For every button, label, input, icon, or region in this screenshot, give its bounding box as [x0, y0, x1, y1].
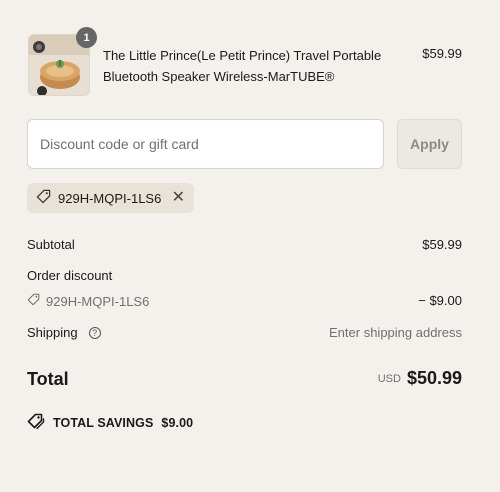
subtotal-row: Subtotal $59.99: [27, 237, 462, 255]
discount-code-row: 929H-MQPI-1LS6 − $9.00: [27, 293, 462, 311]
shipping-label: Shipping: [27, 325, 78, 340]
total-label: Total: [27, 369, 69, 389]
applied-discount-chip: 929H-MQPI-1LS6 ✕: [27, 183, 194, 213]
shipping-value: Enter shipping address: [329, 325, 462, 340]
help-icon[interactable]: ?: [88, 326, 101, 339]
total-value: $50.99: [406, 368, 462, 388]
remove-discount-icon[interactable]: ✕: [172, 190, 185, 206]
total-amount: USD $50.99: [378, 368, 462, 389]
discount-code-line: 929H-MQPI-1LS6: [27, 293, 149, 309]
savings-value: $9.00: [161, 415, 194, 430]
total-savings: TOTAL SAVINGS $9.00: [27, 413, 193, 432]
discount-amount: − $9.00: [418, 293, 462, 308]
shipping-row: Shipping ? Enter shipping address: [27, 325, 462, 343]
discount-code-text: 929H-MQPI-1LS6: [46, 293, 150, 309]
product-price: $59.99: [422, 46, 462, 61]
currency-code: USD: [377, 373, 401, 385]
order-discount-label: Order discount: [27, 268, 113, 283]
discount-code-input[interactable]: [27, 119, 384, 169]
tag-icon: [27, 293, 40, 309]
subtotal-label: Subtotal: [27, 237, 75, 252]
quantity-badge: 1: [76, 27, 97, 48]
line-item: 1 The Little Prince(Le Petit Prince) Tra…: [28, 27, 462, 96]
savings-label: TOTAL SAVINGS: [53, 415, 154, 430]
applied-code: 929H-MQPI-1LS6: [58, 190, 162, 206]
tag-icon: [36, 189, 51, 207]
product-name: The Little Prince(Le Petit Prince) Trave…: [103, 48, 382, 84]
savings-tag-icon: [27, 413, 45, 432]
order-discount-row: Order discount: [27, 268, 462, 286]
total-row: Total USD $50.99: [27, 368, 462, 392]
subtotal-value: $59.99: [422, 237, 462, 252]
apply-button[interactable]: Apply: [397, 119, 462, 169]
